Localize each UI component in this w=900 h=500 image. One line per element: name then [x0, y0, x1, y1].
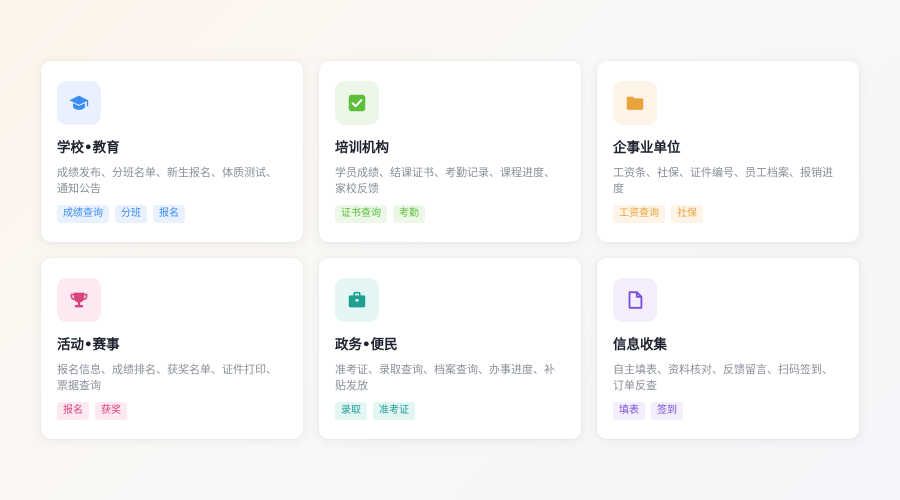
document-icon — [628, 291, 643, 309]
tag-registration[interactable]: 报名 — [57, 402, 89, 420]
tag-class-division[interactable]: 分班 — [115, 205, 147, 223]
card-activity-competition[interactable]: 活动•赛事 报名信息、成绩排名、获奖名单、证件打印、票据查询 报名 获奖 — [41, 258, 303, 439]
card-icon-box — [57, 81, 101, 125]
tag-admission-ticket[interactable]: 准考证 — [373, 402, 415, 420]
card-icon-box — [57, 278, 101, 322]
trophy-icon — [70, 292, 88, 308]
card-tags: 成绩查询 分班 报名 — [57, 205, 287, 223]
folder-icon — [626, 96, 644, 110]
card-title: 学校•教育 — [57, 140, 120, 156]
card-title: 培训机构 — [335, 140, 389, 156]
card-icon-box — [335, 81, 379, 125]
checkbox-icon — [348, 94, 366, 112]
card-government-service[interactable]: 政务•便民 准考证、录取查询、档案查询、办事进度、补贴发放 录取 准考证 — [319, 258, 581, 439]
card-tags: 工资查询 社保 — [613, 205, 843, 223]
card-info-collection[interactable]: 信息收集 自主填表、资料核对、反馈留言、扫码签到、订单反查 填表 签到 — [597, 258, 859, 439]
card-title: 活动•赛事 — [57, 337, 120, 353]
card-description: 自主填表、资料核对、反馈留言、扫码签到、订单反查 — [613, 363, 833, 392]
card-school-education[interactable]: 学校•教育 成绩发布、分班名单、新生报名、体质测试、通知公告 成绩查询 分班 报… — [41, 61, 303, 242]
card-tags: 报名 获奖 — [57, 402, 287, 420]
card-description: 工资条、社保、证件编号、员工档案、报销进度 — [613, 166, 833, 195]
card-training-institution[interactable]: 培训机构 学员成绩、结课证书、考勤记录、课程进度、家校反馈 证书查询 考勤 — [319, 61, 581, 242]
card-description: 准考证、录取查询、档案查询、办事进度、补贴发放 — [335, 363, 555, 392]
card-title: 信息收集 — [613, 337, 667, 353]
tag-social-security[interactable]: 社保 — [671, 205, 703, 223]
card-icon-box — [613, 81, 657, 125]
tag-admission[interactable]: 录取 — [335, 402, 367, 420]
card-icon-box — [613, 278, 657, 322]
tag-sign-in[interactable]: 签到 — [651, 402, 683, 420]
card-description: 报名信息、成绩排名、获奖名单、证件打印、票据查询 — [57, 363, 277, 392]
card-icon-box — [335, 278, 379, 322]
card-tags: 证书查询 考勤 — [335, 205, 565, 223]
tag-fill-form[interactable]: 填表 — [613, 402, 645, 420]
card-title: 企事业单位 — [613, 140, 681, 156]
tag-award[interactable]: 获奖 — [95, 402, 127, 420]
graduation-cap-icon — [69, 95, 89, 110]
briefcase-icon — [348, 291, 366, 308]
tag-salary-query[interactable]: 工资查询 — [613, 205, 665, 223]
tag-registration[interactable]: 报名 — [153, 205, 185, 223]
tag-attendance[interactable]: 考勤 — [393, 205, 425, 223]
card-enterprise-institution[interactable]: 企事业单位 工资条、社保、证件编号、员工档案、报销进度 工资查询 社保 — [597, 61, 859, 242]
card-description: 学员成绩、结课证书、考勤记录、课程进度、家校反馈 — [335, 166, 555, 195]
scenario-card-grid: 学校•教育 成绩发布、分班名单、新生报名、体质测试、通知公告 成绩查询 分班 报… — [41, 61, 859, 439]
card-description: 成绩发布、分班名单、新生报名、体质测试、通知公告 — [57, 166, 277, 195]
card-tags: 填表 签到 — [613, 402, 843, 420]
tag-score-query[interactable]: 成绩查询 — [57, 205, 109, 223]
card-tags: 录取 准考证 — [335, 402, 565, 420]
tag-certificate-query[interactable]: 证书查询 — [335, 205, 387, 223]
card-title: 政务•便民 — [335, 337, 398, 353]
